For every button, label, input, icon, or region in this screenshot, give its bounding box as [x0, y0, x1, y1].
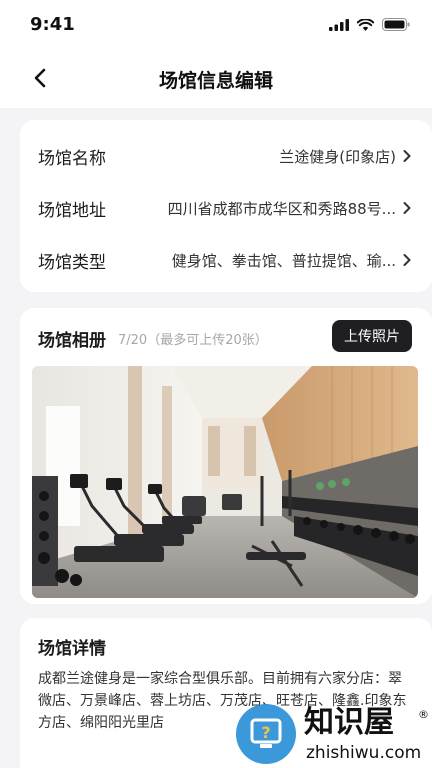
- venue-type-row[interactable]: 场馆类型 健身馆、拳击馆、普拉提馆、瑜...: [38, 240, 412, 280]
- status-icons: [329, 18, 410, 31]
- gym-interior-image: [32, 366, 418, 598]
- status-time: 9:41: [30, 14, 75, 35]
- venue-address-value: 四川省成都市成华区和秀路88号...: [167, 199, 396, 218]
- svg-text:?: ?: [261, 723, 270, 742]
- page-title: 场馆信息编辑: [158, 70, 273, 92]
- chevron-right-icon: [403, 254, 411, 266]
- venue-type-value: 健身馆、拳击馆、普拉提馆、瑜...: [171, 251, 396, 270]
- chevron-right-icon: [403, 150, 411, 162]
- chevron-right-icon: [403, 202, 411, 214]
- zhishiwu-logo-icon: ? 知识屋 ® zhishiwu.com: [236, 704, 429, 764]
- venue-name-row[interactable]: 场馆名称 兰途健身(印象店): [38, 136, 412, 176]
- venue-name-value: 兰途健身(印象店): [279, 147, 396, 166]
- watermark-logo: ? 知识屋 ® zhishiwu.com: [232, 696, 432, 768]
- venue-address-label: 场馆地址: [38, 200, 106, 221]
- venue-album-card: 场馆相册 7/20（最多可上传20张） 上传照片: [20, 308, 432, 604]
- venue-type-label: 场馆类型: [38, 252, 106, 273]
- signal-icon: [329, 18, 349, 31]
- svg-text:zhishiwu.com: zhishiwu.com: [306, 743, 421, 763]
- status-bar: 9:41: [0, 0, 432, 52]
- svg-text:®: ®: [418, 708, 429, 721]
- svg-text:知识屋: 知识屋: [304, 705, 394, 740]
- album-count: 7/20（最多可上传20张）: [118, 333, 268, 348]
- venue-info-card: 场馆名称 兰途健身(印象店) 场馆地址 四川省成都市成华区和秀路88号... 场…: [20, 120, 432, 292]
- upload-photo-button[interactable]: 上传照片: [332, 320, 412, 352]
- battery-icon: [382, 18, 410, 31]
- venue-address-row[interactable]: 场馆地址 四川省成都市成华区和秀路88号...: [38, 188, 412, 228]
- venue-photo[interactable]: [32, 366, 418, 598]
- wifi-icon: [357, 18, 374, 31]
- venue-name-label: 场馆名称: [38, 148, 106, 169]
- nav-bar: 场馆信息编辑: [0, 52, 432, 108]
- album-title: 场馆相册: [38, 331, 106, 351]
- detail-title: 场馆详情: [38, 639, 106, 659]
